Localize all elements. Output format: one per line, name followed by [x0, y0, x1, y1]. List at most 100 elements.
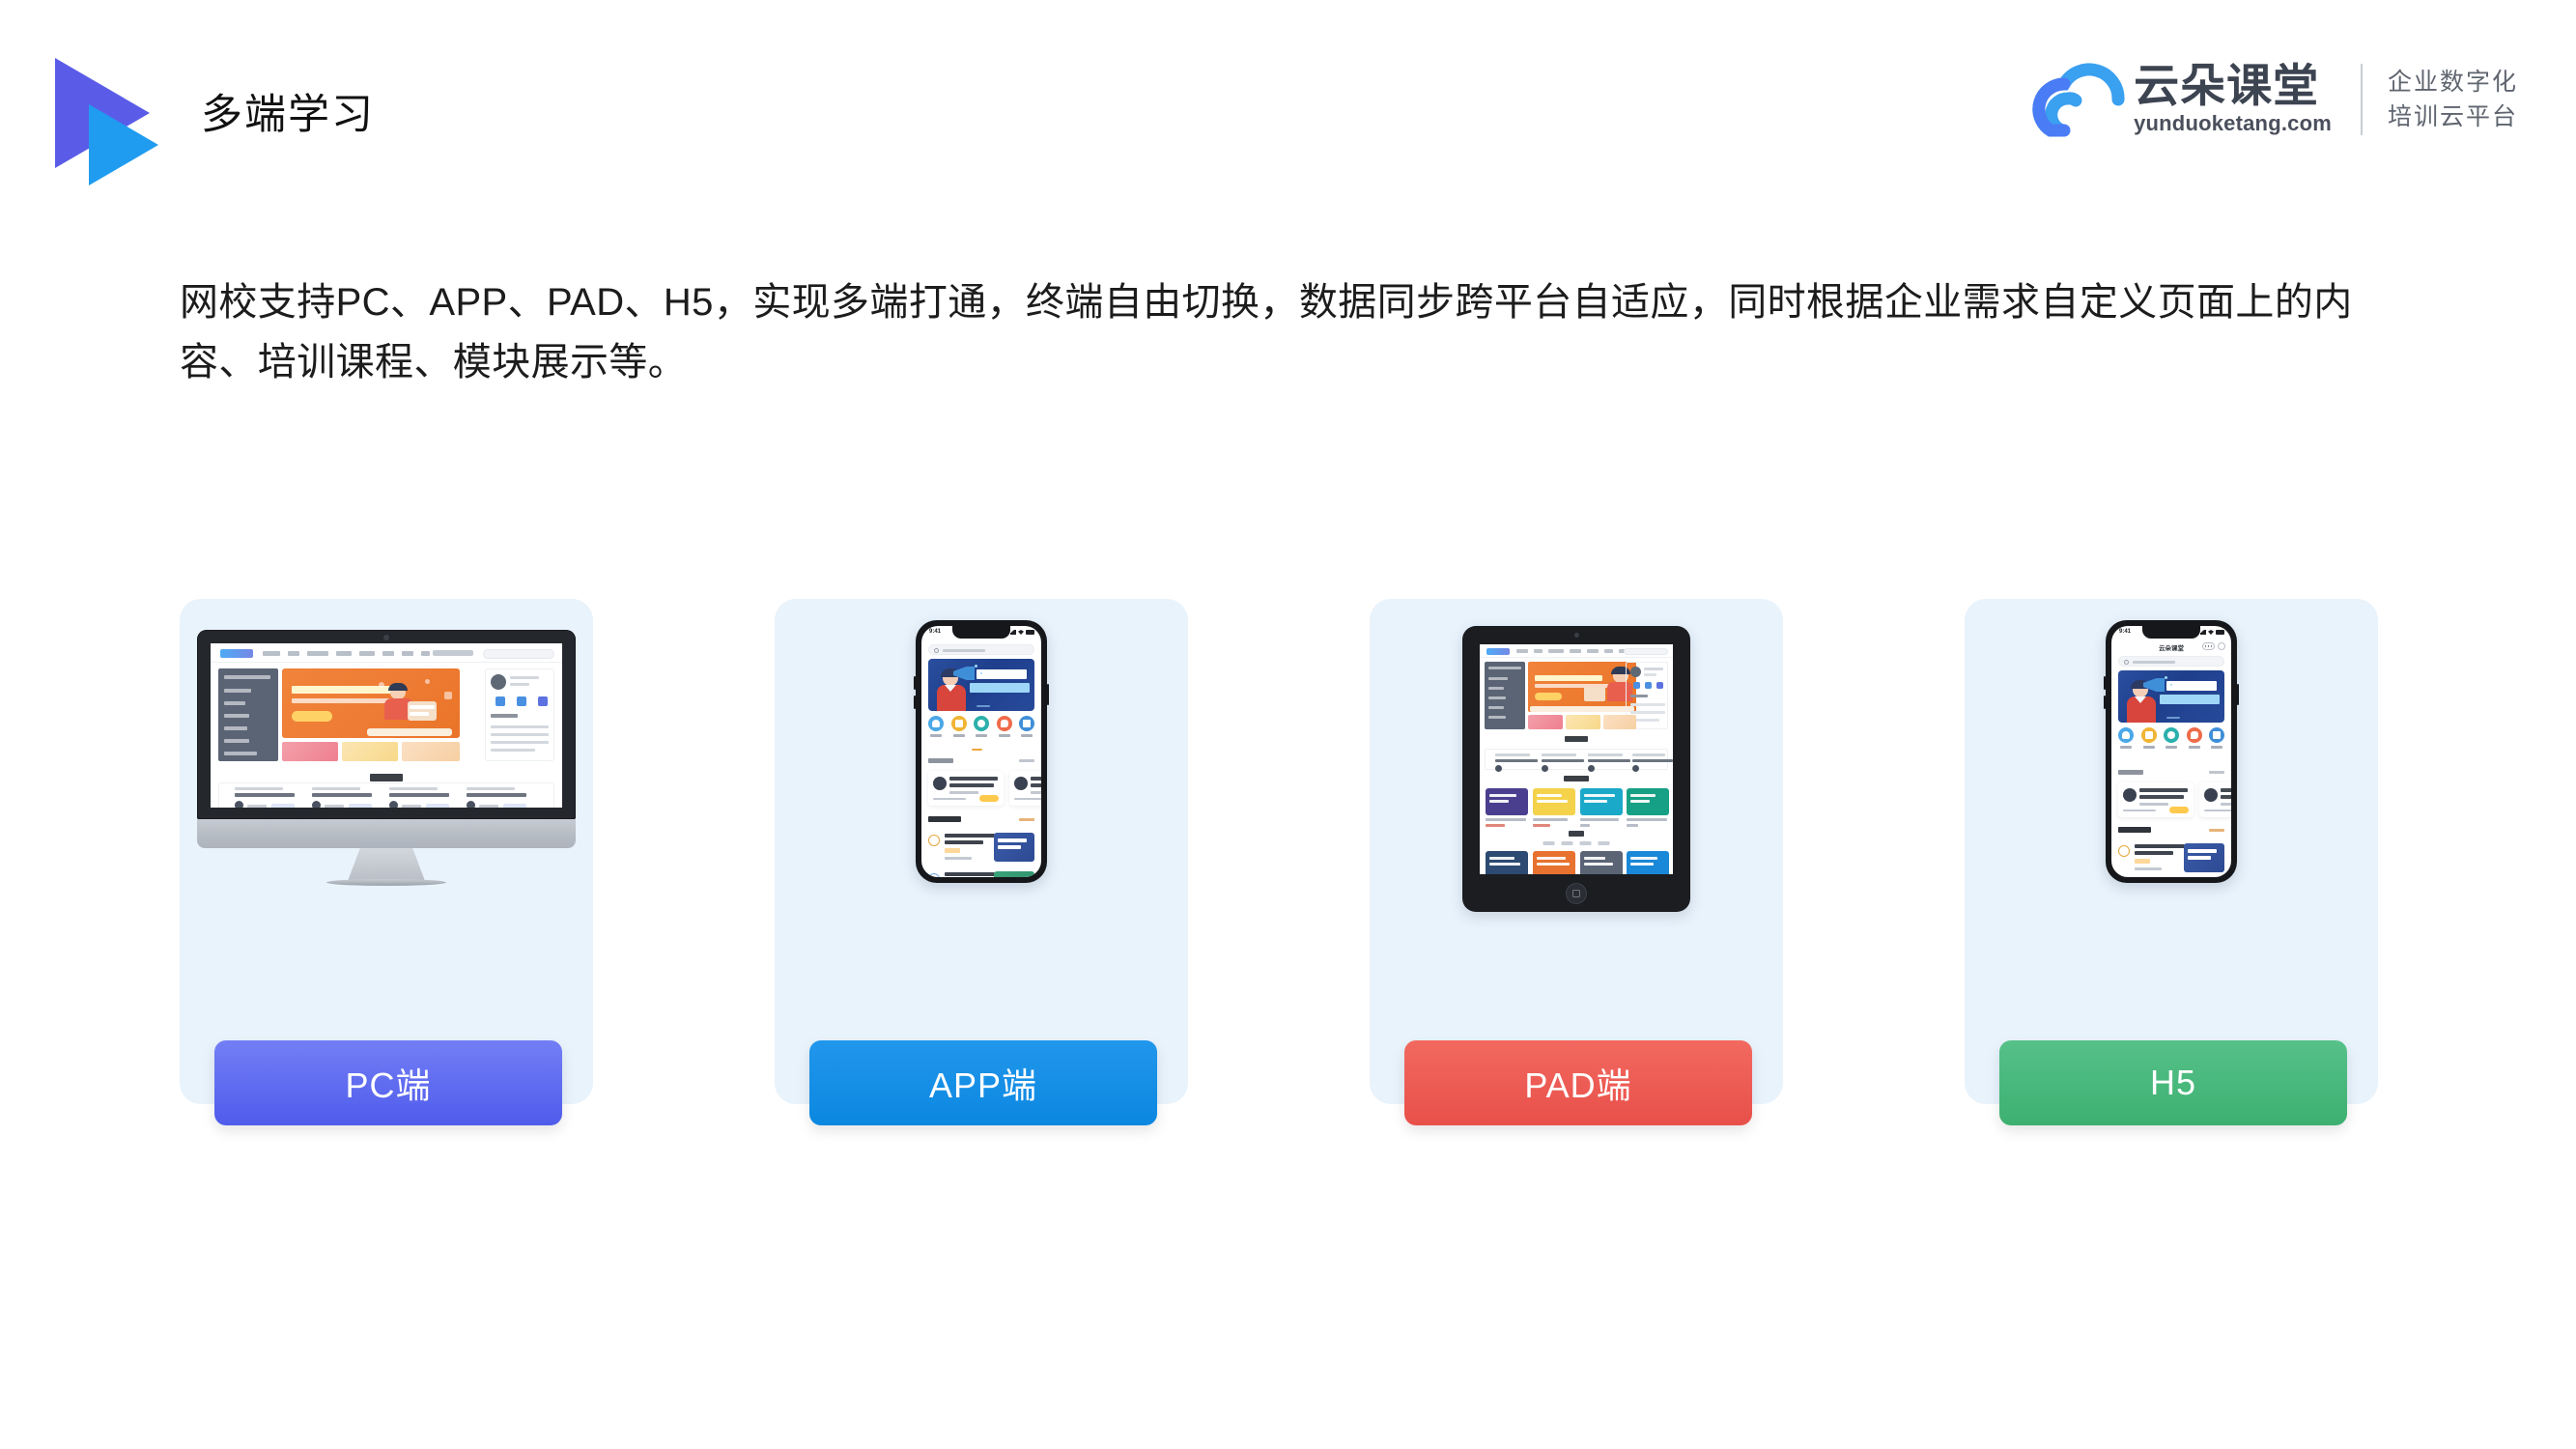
more-link[interactable]: [1019, 759, 1034, 762]
pad-course-tile[interactable]: [1486, 851, 1528, 874]
web-hero-banner[interactable]: [282, 668, 460, 738]
promo-banner[interactable]: [282, 742, 338, 761]
sidebar-row[interactable]: [224, 752, 257, 755]
quick-icon-news[interactable]: [995, 716, 1014, 737]
sidebar-row[interactable]: [224, 689, 251, 693]
close-circle-icon[interactable]: [2218, 642, 2225, 650]
card-label-h5[interactable]: H5: [1999, 1040, 2347, 1125]
volume-up-button[interactable]: [2104, 676, 2106, 690]
sidebar-row[interactable]: [224, 701, 245, 705]
wechat-capsule[interactable]: [2202, 642, 2225, 650]
public-course-card[interactable]: [2118, 782, 2194, 817]
quick-icon-docs[interactable]: [2207, 727, 2226, 749]
h5-section-recommend: [2118, 827, 2224, 833]
pad-course-carousel: [1485, 749, 1673, 772]
quick-icon-news[interactable]: [2185, 727, 2204, 749]
tablet-camera-icon: [1573, 633, 1579, 638]
web-app-download-link[interactable]: [433, 650, 473, 656]
avatar[interactable]: [491, 674, 506, 690]
quick-icon-favorite[interactable]: [2162, 727, 2181, 749]
web-category-sidebar[interactable]: [218, 668, 278, 761]
section-title-line: [928, 816, 961, 822]
pad-course-tile[interactable]: [1580, 788, 1623, 815]
h5-hero-banner[interactable]: [2118, 670, 2224, 723]
volume-up-button[interactable]: [914, 676, 916, 690]
sidebar-row[interactable]: [224, 726, 247, 730]
more-link[interactable]: [2209, 828, 2224, 832]
power-button[interactable]: [2237, 684, 2239, 705]
course-card[interactable]: [235, 787, 297, 808]
device-card-pad[interactable]: PAD端: [1370, 599, 1783, 1125]
recommend-item[interactable]: [2118, 842, 2224, 875]
pad-course-tile[interactable]: [1533, 851, 1575, 874]
quick-icon-live[interactable]: [2139, 727, 2159, 749]
more-link[interactable]: [2209, 771, 2224, 774]
promo-banner[interactable]: [342, 742, 398, 761]
panel-icon[interactable]: [495, 696, 505, 706]
power-button[interactable]: [1047, 684, 1049, 705]
course-card[interactable]: [389, 787, 451, 808]
more-link[interactable]: [1019, 817, 1034, 821]
pad-nav-item[interactable]: [1516, 649, 1528, 653]
sidebar-row[interactable]: [224, 714, 249, 718]
quick-icon-docs[interactable]: [1017, 716, 1036, 737]
tablet-home-button[interactable]: [1566, 883, 1587, 904]
pc-website-screen: [211, 643, 562, 808]
banner-title-line-2: [2160, 695, 2220, 704]
panel-icon[interactable]: [538, 696, 548, 706]
pad-nav-item[interactable]: [1570, 649, 1581, 653]
pad-course-filters[interactable]: [1543, 841, 1610, 845]
course-card[interactable]: [467, 787, 528, 808]
promo-banner[interactable]: [402, 742, 460, 761]
pad-promo-banner[interactable]: [1528, 715, 1563, 729]
web-search-input[interactable]: [483, 649, 554, 659]
app-search-input[interactable]: [928, 644, 1034, 655]
pad-course-tile[interactable]: [1627, 851, 1669, 874]
pad-promo-banner[interactable]: [1566, 715, 1600, 729]
quick-icon-course[interactable]: [2116, 727, 2136, 749]
brand-text: 云朵课堂 yunduoketang.com: [2134, 63, 2332, 136]
quick-icon-favorite[interactable]: [972, 716, 991, 737]
quick-icon-course[interactable]: [926, 716, 946, 737]
app-hero-banner[interactable]: [928, 659, 1034, 711]
monitor-chin: [197, 819, 576, 848]
pad-nav-item[interactable]: [1534, 649, 1543, 653]
pad-course-tile[interactable]: [1580, 851, 1623, 874]
more-menu-icon[interactable]: [2202, 642, 2215, 650]
course-card[interactable]: [312, 787, 374, 808]
volume-down-button[interactable]: [914, 696, 916, 709]
card-label-pc[interactable]: PC端: [214, 1040, 562, 1125]
card-label-app[interactable]: APP端: [809, 1040, 1157, 1125]
device-card-h5[interactable]: 9:41 云朵课堂 H5: [1965, 599, 2378, 1125]
pad-category-sidebar[interactable]: [1485, 662, 1525, 729]
web-nav-item: [288, 651, 299, 656]
panel-icon[interactable]: [517, 696, 526, 706]
pad-nav-item[interactable]: [1604, 649, 1613, 653]
volume-down-button[interactable]: [2104, 696, 2106, 709]
panel-line: [491, 725, 549, 728]
pad-promo-banner[interactable]: [1603, 715, 1636, 729]
recommend-item[interactable]: [928, 832, 1034, 865]
sidebar-row[interactable]: [224, 739, 249, 743]
public-course-card[interactable]: [928, 771, 1004, 806]
public-course-card[interactable]: [2199, 782, 2231, 817]
pad-nav-item[interactable]: [1587, 649, 1599, 653]
quick-icon-live[interactable]: [949, 716, 969, 737]
pad-search-input[interactable]: [1624, 648, 1668, 655]
pad-nav-item[interactable]: [1548, 649, 1564, 653]
pad-course-tile[interactable]: [1533, 788, 1575, 815]
pad-hero-banner[interactable]: [1528, 662, 1636, 712]
public-course-card[interactable]: [1009, 771, 1041, 806]
sidebar-row[interactable]: [224, 675, 270, 679]
pad-course-tile[interactable]: [1486, 788, 1528, 815]
device-card-app[interactable]: 9:41 APP端: [775, 599, 1188, 1125]
tablet-mockup: [1462, 626, 1690, 912]
hero-cta-button[interactable]: [292, 711, 332, 722]
device-card-pc[interactable]: PC端: [180, 599, 593, 1125]
banner-title-line-2: [970, 683, 1030, 693]
card-label-pad[interactable]: PAD端: [1404, 1040, 1752, 1125]
recommend-item[interactable]: [928, 870, 1034, 877]
battery-icon: [1026, 630, 1034, 635]
pad-course-tile[interactable]: [1627, 788, 1669, 815]
h5-search-input[interactable]: [2118, 656, 2224, 667]
